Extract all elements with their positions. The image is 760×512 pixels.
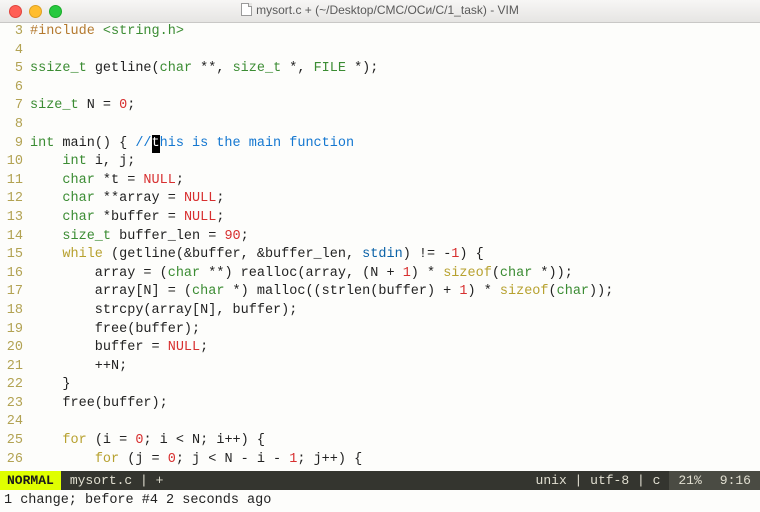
line-number: 6: [0, 79, 30, 98]
code-content[interactable]: buffer = NULL;: [30, 339, 760, 358]
line-number: 18: [0, 302, 30, 321]
code-content[interactable]: free(buffer);: [30, 395, 760, 414]
code-content[interactable]: size_t N = 0;: [30, 97, 760, 116]
code-line[interactable]: 17 array[N] = (char *) malloc((strlen(bu…: [0, 283, 760, 302]
code-line[interactable]: 7size_t N = 0;: [0, 97, 760, 116]
status-bar: NORMAL mysort.c | + unix | utf-8 | c 21%…: [0, 471, 760, 490]
code-line[interactable]: 24: [0, 413, 760, 432]
code-line[interactable]: 11 char *t = NULL;: [0, 172, 760, 191]
line-number: 4: [0, 42, 30, 61]
editor-viewport[interactable]: 3#include <string.h>45ssize_t getline(ch…: [0, 23, 760, 471]
line-number: 8: [0, 116, 30, 135]
line-number: 22: [0, 376, 30, 395]
line-number: 17: [0, 283, 30, 302]
code-line[interactable]: 5ssize_t getline(char **, size_t *, FILE…: [0, 60, 760, 79]
minimize-icon[interactable]: [29, 5, 42, 18]
code-content[interactable]: char **array = NULL;: [30, 190, 760, 209]
code-line[interactable]: 15 while (getline(&buffer, &buffer_len, …: [0, 246, 760, 265]
line-number: 11: [0, 172, 30, 191]
line-number: 23: [0, 395, 30, 414]
code-content[interactable]: array[N] = (char *) malloc((strlen(buffe…: [30, 283, 760, 302]
line-number: 5: [0, 60, 30, 79]
code-content[interactable]: #include <string.h>: [30, 23, 760, 42]
code-content[interactable]: for (j = 0; j < N - i - 1; j++) {: [30, 451, 760, 470]
code-content[interactable]: array = (char **) realloc(array, (N + 1)…: [30, 265, 760, 284]
code-content[interactable]: free(buffer);: [30, 321, 760, 340]
document-icon: [241, 3, 252, 16]
code-content[interactable]: }: [30, 376, 760, 395]
code-line[interactable]: 10 int i, j;: [0, 153, 760, 172]
code-line[interactable]: 23 free(buffer);: [0, 395, 760, 414]
code-line[interactable]: 13 char *buffer = NULL;: [0, 209, 760, 228]
code-content[interactable]: while (getline(&buffer, &buffer_len, std…: [30, 246, 760, 265]
code-content[interactable]: size_t buffer_len = 90;: [30, 228, 760, 247]
window-title-text: mysort.c + (~/Desktop/CMC/ОСи/C/1_task) …: [256, 3, 519, 17]
code-content[interactable]: [30, 413, 760, 432]
line-number: 19: [0, 321, 30, 340]
code-line[interactable]: 16 array = (char **) realloc(array, (N +…: [0, 265, 760, 284]
vim-message-line: 1 change; before #4 2 seconds ago: [0, 490, 760, 512]
code-line[interactable]: 3#include <string.h>: [0, 23, 760, 42]
code-line[interactable]: 19 free(buffer);: [0, 321, 760, 340]
line-number: 20: [0, 339, 30, 358]
window-controls: [0, 5, 62, 18]
code-content[interactable]: [30, 79, 760, 98]
status-filename: mysort.c | +: [70, 471, 164, 490]
code-content[interactable]: [30, 42, 760, 61]
vim-mode: NORMAL: [0, 471, 61, 490]
status-fileinfo: unix | utf-8 | c: [536, 471, 661, 490]
code-line[interactable]: 20 buffer = NULL;: [0, 339, 760, 358]
code-content[interactable]: char *t = NULL;: [30, 172, 760, 191]
window-title: mysort.c + (~/Desktop/CMC/ОСи/C/1_task) …: [0, 3, 760, 17]
code-line[interactable]: 12 char **array = NULL;: [0, 190, 760, 209]
status-percent: 21%: [669, 471, 710, 490]
code-line[interactable]: 18 strcpy(array[N], buffer);: [0, 302, 760, 321]
code-line[interactable]: 4: [0, 42, 760, 61]
code-line[interactable]: 8: [0, 116, 760, 135]
line-number: 15: [0, 246, 30, 265]
code-line[interactable]: 6: [0, 79, 760, 98]
window-titlebar: mysort.c + (~/Desktop/CMC/ОСи/C/1_task) …: [0, 0, 760, 23]
code-content[interactable]: char *buffer = NULL;: [30, 209, 760, 228]
line-number: 14: [0, 228, 30, 247]
code-line[interactable]: 14 size_t buffer_len = 90;: [0, 228, 760, 247]
line-number: 7: [0, 97, 30, 116]
code-line[interactable]: 26 for (j = 0; j < N - i - 1; j++) {: [0, 451, 760, 470]
code-line[interactable]: 21 ++N;: [0, 358, 760, 377]
line-number: 16: [0, 265, 30, 284]
code-content[interactable]: ssize_t getline(char **, size_t *, FILE …: [30, 60, 760, 79]
line-number: 26: [0, 451, 30, 470]
line-number: 3: [0, 23, 30, 42]
status-file-segment: mysort.c | + unix | utf-8 | c: [61, 471, 670, 490]
line-number: 24: [0, 413, 30, 432]
code-line[interactable]: 25 for (i = 0; i < N; i++) {: [0, 432, 760, 451]
line-number: 13: [0, 209, 30, 228]
close-icon[interactable]: [9, 5, 22, 18]
line-number: 12: [0, 190, 30, 209]
code-content[interactable]: strcpy(array[N], buffer);: [30, 302, 760, 321]
code-content[interactable]: ++N;: [30, 358, 760, 377]
code-line[interactable]: 22 }: [0, 376, 760, 395]
code-line[interactable]: 9int main() { //this is the main functio…: [0, 135, 760, 154]
code-content[interactable]: int i, j;: [30, 153, 760, 172]
line-number: 10: [0, 153, 30, 172]
code-content[interactable]: [30, 116, 760, 135]
code-content[interactable]: for (i = 0; i < N; i++) {: [30, 432, 760, 451]
zoom-icon[interactable]: [49, 5, 62, 18]
code-content[interactable]: int main() { //this is the main function: [30, 135, 760, 154]
line-number: 25: [0, 432, 30, 451]
line-number: 21: [0, 358, 30, 377]
line-number: 9: [0, 135, 30, 154]
status-cursor-pos: 9:16: [711, 471, 760, 490]
